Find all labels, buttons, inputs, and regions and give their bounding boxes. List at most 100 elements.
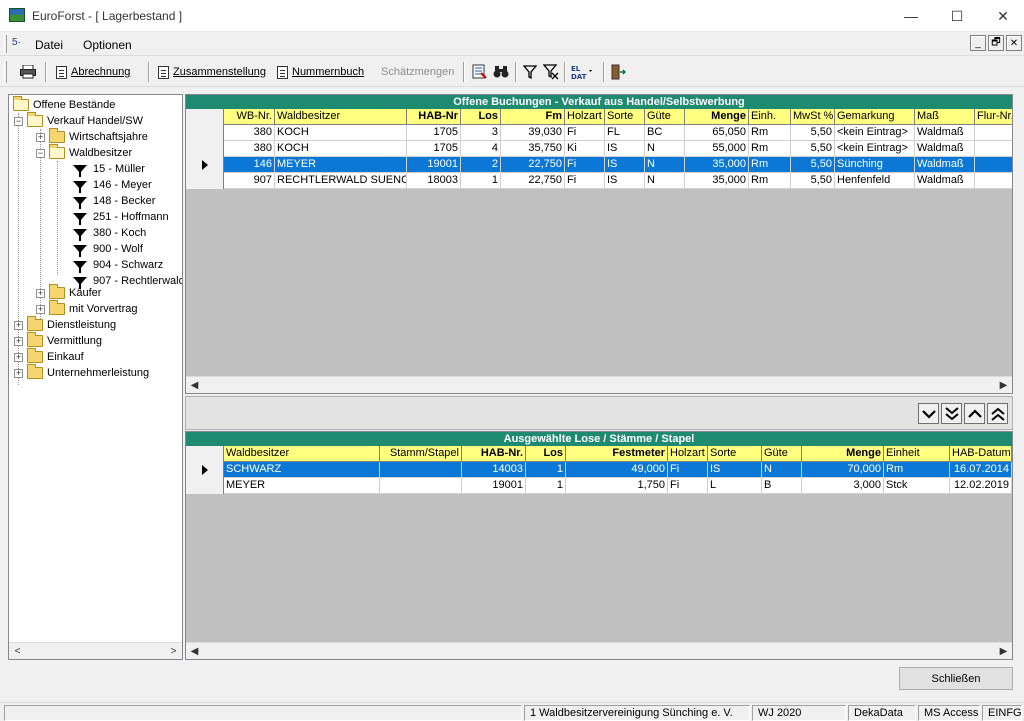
menu-datei[interactable]: Datei bbox=[35, 38, 63, 52]
tree-item-einkauf[interactable]: + Einkauf bbox=[14, 348, 84, 365]
move-down-button[interactable] bbox=[918, 403, 939, 424]
mdi-minimize-button[interactable]: _ bbox=[970, 35, 986, 51]
row-indicator[interactable] bbox=[186, 478, 224, 494]
col-hab-nr[interactable]: HAB-Nr. bbox=[462, 446, 526, 462]
nummernbuch-button[interactable]: Nummernbuch bbox=[277, 62, 364, 82]
tree-item-waldbesitzer-251[interactable]: 251 - Hoffmann bbox=[73, 209, 169, 225]
tree-item-vermittlung[interactable]: + Vermittlung bbox=[14, 332, 102, 349]
minimize-button[interactable]: — bbox=[888, 0, 934, 32]
col-waldbesitzer[interactable]: Waldbesitzer bbox=[224, 446, 380, 462]
col-festmeter[interactable]: Festmeter bbox=[566, 446, 668, 462]
expand-icon[interactable]: + bbox=[36, 132, 45, 142]
close-window-button[interactable]: ✕ bbox=[980, 0, 1024, 32]
tree-item-waldbesitzer-15[interactable]: 15 - Müller bbox=[73, 161, 145, 177]
exit-button[interactable] bbox=[610, 62, 626, 82]
print-button[interactable] bbox=[20, 62, 36, 82]
tree-item-kaeufer[interactable]: + Käufer bbox=[36, 284, 101, 301]
col-einheit[interactable]: Einheit bbox=[884, 446, 950, 462]
move-all-down-button[interactable] bbox=[941, 403, 962, 424]
tree-item-waldbesitzer-900[interactable]: 900 - Wolf bbox=[73, 241, 143, 257]
export-button[interactable] bbox=[472, 62, 488, 82]
expand-icon[interactable]: + bbox=[36, 288, 45, 298]
table-row[interactable]: 380 KOCH 1705 3 39,030 Fi FL BC 65,050 R… bbox=[186, 125, 1012, 141]
col-menge[interactable]: Menge bbox=[685, 109, 749, 125]
table-row[interactable]: MEYER 19001 1 1,750 Fi L B 3,000 Stck 12… bbox=[186, 478, 1012, 494]
cell-mass: Waldmaß bbox=[915, 141, 975, 157]
row-indicator[interactable] bbox=[186, 125, 224, 141]
col-wb-nr[interactable]: WB-Nr. bbox=[224, 109, 275, 125]
row-indicator[interactable] bbox=[186, 462, 224, 478]
col-los[interactable]: Los bbox=[526, 446, 566, 462]
col-guete[interactable]: Güte bbox=[762, 446, 802, 462]
col-gemarkung[interactable]: Gemarkung bbox=[835, 109, 915, 125]
col-einheit[interactable]: Einh. bbox=[749, 109, 791, 125]
zusammenstellung-button[interactable]: Zusammenstellung bbox=[158, 62, 266, 82]
app-menu-icon[interactable]: 5· bbox=[12, 37, 21, 48]
tree-item-verkauf-handel[interactable]: − Verkauf Handel/SW bbox=[14, 112, 143, 129]
abrechnung-button[interactable]: Abrechnung bbox=[56, 62, 130, 82]
expand-icon[interactable]: + bbox=[14, 320, 23, 330]
tree-item-wirtschaftsjahre[interactable]: + Wirtschaftsjahre bbox=[36, 128, 148, 145]
table-row[interactable]: 907 RECHTLERWALD SUENCHING 18003 1 22,75… bbox=[186, 173, 1012, 189]
tree-item-offene-bestaende[interactable]: Offene Bestände bbox=[13, 96, 115, 113]
col-menge[interactable]: Menge bbox=[802, 446, 884, 462]
collapse-icon[interactable]: − bbox=[14, 116, 23, 126]
col-guete[interactable]: Güte bbox=[645, 109, 685, 125]
col-hab-datum[interactable]: HAB-Datum bbox=[950, 446, 1012, 462]
tree-item-waldbesitzer-904[interactable]: 904 - Schwarz bbox=[73, 257, 163, 273]
tree-item-unternehmerleistung[interactable]: + Unternehmerleistung bbox=[14, 364, 149, 381]
expand-icon[interactable]: + bbox=[14, 368, 23, 378]
cell-menge: 65,050 bbox=[685, 125, 749, 141]
expand-icon[interactable]: + bbox=[14, 336, 23, 346]
row-indicator[interactable] bbox=[186, 157, 224, 173]
collapse-icon[interactable]: − bbox=[36, 148, 45, 158]
col-holzart[interactable]: Holzart bbox=[565, 109, 605, 125]
schaetzmengen-button[interactable]: Schätzmengen bbox=[381, 62, 454, 82]
tree-item-vorvertrag[interactable]: + mit Vorvertrag bbox=[36, 300, 137, 317]
tree-item-waldbesitzer-146[interactable]: 146 - Meyer bbox=[73, 177, 152, 193]
expand-icon[interactable]: + bbox=[36, 304, 45, 314]
row-indicator[interactable] bbox=[186, 141, 224, 157]
col-los[interactable]: Los bbox=[461, 109, 501, 125]
schliessen-button[interactable]: Schließen bbox=[899, 667, 1013, 690]
move-up-button[interactable] bbox=[964, 403, 985, 424]
tree-horizontal-scrollbar[interactable]: < > bbox=[9, 642, 182, 659]
col-sorte[interactable]: Sorte bbox=[708, 446, 762, 462]
eldat-button[interactable]: EL DAT bbox=[570, 62, 594, 82]
mdi-restore-button[interactable]: 🗗 bbox=[988, 35, 1004, 51]
col-flur-nr[interactable]: Flur-Nr. bbox=[975, 109, 1012, 125]
scroll-right-icon[interactable]: > bbox=[165, 643, 182, 659]
filter-button[interactable] bbox=[522, 62, 538, 82]
tree-item-waldbesitzer-380[interactable]: 380 - Koch bbox=[73, 225, 146, 241]
col-stamm-stapel[interactable]: Stamm/Stapel bbox=[380, 446, 462, 462]
filter-icon bbox=[73, 213, 87, 225]
col-fm[interactable]: Fm bbox=[501, 109, 565, 125]
scroll-right-icon[interactable]: ▶ bbox=[995, 643, 1012, 659]
tree-item-dienstleistung[interactable]: + Dienstleistung bbox=[14, 316, 116, 333]
row-indicator[interactable] bbox=[186, 173, 224, 189]
col-mwst[interactable]: MwSt % bbox=[791, 109, 835, 125]
search-button[interactable] bbox=[493, 62, 509, 82]
col-waldbesitzer[interactable]: Waldbesitzer bbox=[275, 109, 407, 125]
col-hab-nr[interactable]: HAB-Nr bbox=[407, 109, 461, 125]
col-holzart[interactable]: Holzart bbox=[668, 446, 708, 462]
clear-filter-button[interactable] bbox=[543, 62, 559, 82]
col-mass[interactable]: Maß bbox=[915, 109, 975, 125]
table-row-selected[interactable]: 146 MEYER 19001 2 22,750 Fi IS N 35,000 … bbox=[186, 157, 1012, 173]
menu-optionen[interactable]: Optionen bbox=[83, 38, 132, 52]
table-row-selected[interactable]: SCHWARZ 14003 1 49,000 Fi IS N 70,000 Rm… bbox=[186, 462, 1012, 478]
move-all-up-button[interactable] bbox=[987, 403, 1008, 424]
scroll-right-icon[interactable]: ▶ bbox=[995, 377, 1012, 393]
scroll-left-icon[interactable]: ◀ bbox=[186, 377, 203, 393]
scroll-left-icon[interactable]: ◀ bbox=[186, 643, 203, 659]
expand-icon[interactable]: + bbox=[14, 352, 23, 362]
tree-item-waldbesitzer[interactable]: − Waldbesitzer bbox=[36, 144, 132, 161]
mdi-close-button[interactable]: ✕ bbox=[1006, 35, 1022, 51]
col-sorte[interactable]: Sorte bbox=[605, 109, 645, 125]
open-bookings-horizontal-scrollbar[interactable]: ◀ ▶ bbox=[186, 376, 1012, 393]
tree-item-waldbesitzer-148[interactable]: 148 - Becker bbox=[73, 193, 155, 209]
maximize-button[interactable]: ☐ bbox=[934, 0, 980, 32]
selected-lots-horizontal-scrollbar[interactable]: ◀ ▶ bbox=[186, 642, 1012, 659]
scroll-left-icon[interactable]: < bbox=[9, 643, 26, 659]
table-row[interactable]: 380 KOCH 1705 4 35,750 Ki IS N 55,000 Rm… bbox=[186, 141, 1012, 157]
